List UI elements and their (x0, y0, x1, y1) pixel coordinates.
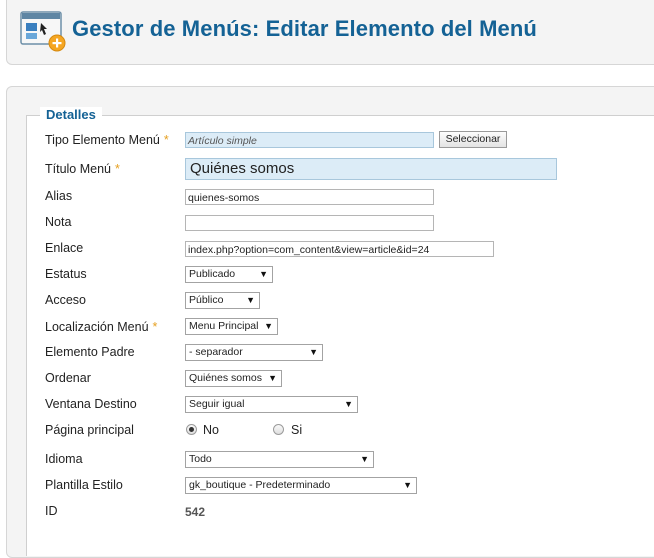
home-page-no-label: No (203, 423, 219, 437)
link-field[interactable]: index.php?option=com_content&view=articl… (185, 241, 494, 257)
menu-manager-icon (20, 11, 66, 52)
menu-location-select[interactable]: Menu Principal ▼ (185, 318, 278, 335)
parent-item-select[interactable]: - separador ▼ (185, 344, 323, 361)
template-style-label: Plantilla Estilo (45, 478, 123, 492)
menu-title-label: Título Menú * (45, 162, 120, 176)
chevron-down-icon: ▼ (259, 269, 268, 279)
link-label: Enlace (45, 241, 84, 255)
access-select[interactable]: Público ▼ (185, 292, 260, 309)
menu-item-type-label: Tipo Elemento Menú * (45, 133, 169, 147)
id-label: ID (45, 504, 58, 518)
home-page-no-radio[interactable] (186, 424, 197, 435)
ordering-label: Ordenar (45, 371, 91, 385)
menu-title-field[interactable]: Quiénes somos (185, 158, 557, 180)
target-window-label: Ventana Destino (45, 397, 137, 411)
chevron-down-icon: ▼ (264, 321, 273, 331)
status-label: Estatus (45, 267, 87, 281)
access-label: Acceso (45, 293, 86, 307)
target-window-select[interactable]: Seguir igual ▼ (185, 396, 358, 413)
required-mark: * (163, 133, 169, 147)
chevron-down-icon: ▼ (403, 480, 412, 490)
id-value: 542 (185, 505, 206, 519)
alias-label: Alias (45, 189, 73, 203)
home-page-yes-radio[interactable] (273, 424, 284, 435)
menu-item-type-field: Artículo simple (185, 132, 434, 148)
ordering-select[interactable]: Quiénes somos ▼ (185, 370, 282, 387)
chevron-down-icon: ▼ (360, 454, 369, 464)
chevron-down-icon: ▼ (309, 347, 318, 357)
required-mark: * (115, 162, 120, 176)
status-select[interactable]: Publicado ▼ (185, 266, 273, 283)
chevron-down-icon: ▼ (246, 295, 255, 305)
template-style-select[interactable]: gk_boutique - Predeterminado ▼ (185, 477, 417, 494)
chevron-down-icon: ▼ (268, 373, 277, 383)
select-type-button[interactable]: Seleccionar (439, 131, 507, 148)
language-select[interactable]: Todo ▼ (185, 451, 374, 468)
parent-item-label: Elemento Padre (45, 345, 135, 359)
alias-field[interactable]: quienes-somos (185, 189, 434, 205)
home-page-label: Página principal (45, 423, 134, 437)
note-label: Nota (45, 215, 72, 229)
menu-location-label: Localización Menú * (45, 320, 158, 334)
note-field[interactable] (185, 215, 434, 231)
chevron-down-icon: ▼ (344, 399, 353, 409)
language-label: Idioma (45, 452, 83, 466)
page-title: Gestor de Menús: Editar Elemento del Men… (72, 16, 537, 41)
details-legend: Detalles (40, 107, 102, 122)
required-mark: * (152, 320, 158, 334)
home-page-yes-label: Si (291, 423, 303, 437)
